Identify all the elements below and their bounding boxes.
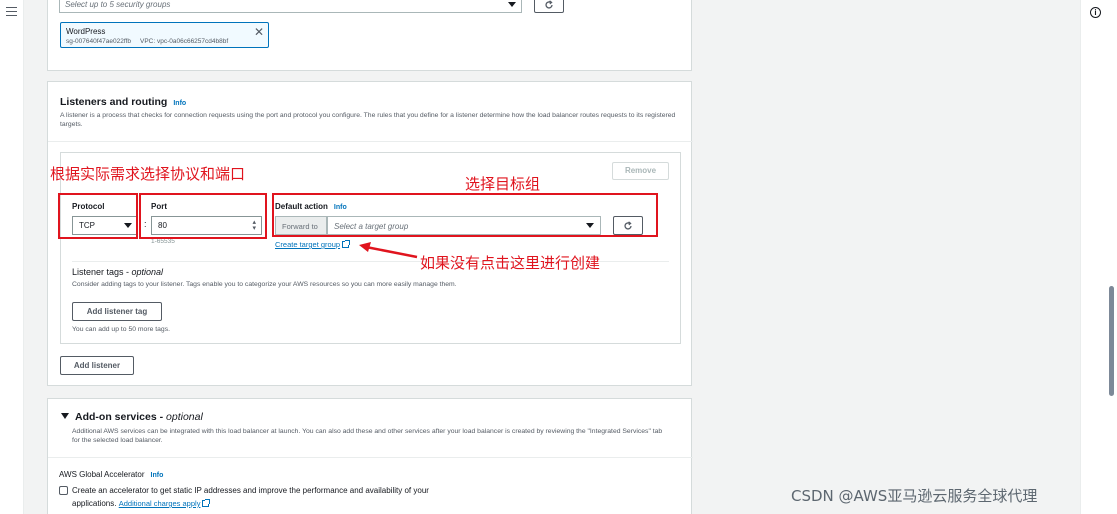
accelerator-checkbox-label: Create an accelerator to get static IP a… bbox=[72, 486, 429, 495]
accelerator-title: AWS Global Accelerator Info bbox=[59, 470, 163, 479]
remove-listener-button[interactable]: Remove bbox=[612, 162, 669, 180]
caret-down-icon bbox=[61, 413, 69, 419]
port-highlight-box bbox=[139, 193, 267, 239]
create-hint-annotation: 如果没有点击这里进行创建 bbox=[420, 254, 601, 272]
arrow-icon bbox=[359, 242, 418, 259]
security-groups-select[interactable]: Select up to 5 security groups bbox=[59, 0, 522, 13]
listener-tags-title-text: Listener tags - bbox=[72, 267, 132, 277]
security-groups-panel: Select up to 5 security groups WordPress… bbox=[47, 0, 692, 71]
listener-tags-optional: optional bbox=[131, 267, 164, 277]
security-group-token: WordPress sg-007640f47ae022ffb VPC: vpc-… bbox=[60, 22, 269, 48]
addon-description: Additional AWS services can be integrate… bbox=[72, 428, 663, 444]
divider bbox=[48, 457, 693, 458]
listener-tags-description: Consider adding tags to your listener. T… bbox=[72, 281, 457, 288]
refresh-icon bbox=[545, 0, 553, 9]
chevron-down-icon bbox=[508, 2, 516, 7]
left-navigation-rail bbox=[0, 0, 24, 514]
protocol-highlight-box bbox=[58, 193, 138, 239]
listeners-info-link[interactable]: Info bbox=[173, 100, 186, 107]
token-vpc: VPC: vpc-0a06c66257cd4b8bf bbox=[139, 38, 229, 45]
right-tools-rail bbox=[1080, 0, 1117, 514]
info-icon[interactable]: i bbox=[1090, 7, 1101, 18]
additional-charges-text: Additional charges apply bbox=[118, 499, 201, 508]
divider bbox=[48, 141, 693, 142]
create-target-group-link[interactable]: Create target group bbox=[275, 240, 351, 249]
token-name: WordPress bbox=[66, 27, 106, 36]
security-groups-placeholder: Select up to 5 security groups bbox=[65, 0, 171, 9]
token-sg-id: sg-007640f47ae022ffb bbox=[66, 38, 131, 45]
token-details: sg-007640f47ae022ffb VPC: vpc-0a06c66257… bbox=[66, 38, 228, 45]
accelerator-info-link[interactable]: Info bbox=[151, 472, 164, 479]
vertical-scrollbar[interactable] bbox=[1109, 286, 1114, 396]
create-target-group-text: Create target group bbox=[275, 240, 341, 249]
port-hint: 1-65535 bbox=[151, 238, 175, 245]
additional-charges-link[interactable]: Additional charges apply bbox=[118, 499, 211, 508]
close-icon[interactable]: ✕ bbox=[254, 25, 264, 39]
refresh-security-groups-button[interactable] bbox=[534, 0, 564, 13]
accelerator-applications-text: applications. bbox=[72, 499, 117, 508]
accelerator-checkbox[interactable] bbox=[59, 486, 68, 495]
listener-tags-title: Listener tags - optional bbox=[72, 267, 163, 277]
target-group-annotation: 选择目标组 bbox=[465, 175, 541, 193]
addon-title[interactable]: Add-on services - optional bbox=[61, 411, 203, 423]
listeners-description: A listener is a process that checks for … bbox=[60, 112, 676, 128]
accelerator-checkbox-label-2: applications. Additional charges apply bbox=[72, 499, 211, 508]
add-listener-button[interactable]: Add listener bbox=[60, 356, 134, 375]
listeners-title: Listeners and routing Info bbox=[60, 96, 186, 108]
listeners-title-text: Listeners and routing bbox=[60, 96, 168, 108]
menu-icon[interactable] bbox=[6, 7, 17, 16]
external-link-icon bbox=[342, 240, 351, 248]
protocol-port-annotation: 根据实际需求选择协议和端口 bbox=[50, 165, 246, 183]
add-listener-tag-button[interactable]: Add listener tag bbox=[72, 302, 162, 321]
watermark: CSDN @AWS亚马逊云服务全球代理 bbox=[791, 487, 1038, 505]
target-group-highlight-box bbox=[272, 193, 658, 237]
tag-limit-text: You can add up to 50 more tags. bbox=[72, 326, 170, 333]
addon-title-text: Add-on services - bbox=[75, 411, 167, 423]
external-link-icon bbox=[202, 499, 211, 507]
accelerator-title-text: AWS Global Accelerator bbox=[59, 470, 145, 479]
addon-optional: optional bbox=[166, 411, 203, 423]
addon-services-panel: Add-on services - optional Additional AW… bbox=[47, 398, 693, 514]
